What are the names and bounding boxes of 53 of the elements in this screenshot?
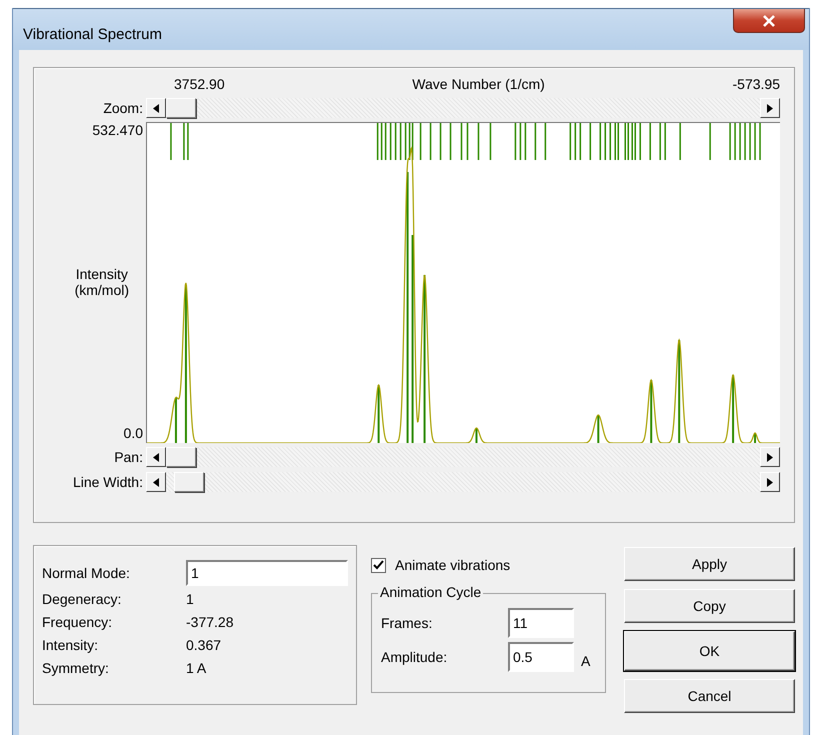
- slider-label: Zoom:: [102, 100, 144, 116]
- field-label: Amplitude:: [381, 649, 448, 665]
- slider-track[interactable]: [146, 98, 780, 118]
- scroll-left-button[interactable]: [146, 472, 166, 492]
- input-field[interactable]: 1: [186, 560, 348, 586]
- slider-thumb[interactable]: [166, 98, 196, 118]
- axis-start-label: 3752.90: [174, 76, 225, 94]
- slider-track[interactable]: [146, 447, 780, 467]
- field-value: 1 A: [186, 660, 206, 676]
- left-arrow-icon: [153, 478, 159, 486]
- close-button[interactable]: [733, 9, 805, 33]
- field-label: Intensity:: [42, 637, 100, 653]
- slider-thumb[interactable]: [174, 472, 204, 492]
- field-value: 1: [186, 591, 194, 607]
- left-arrow-icon: [153, 104, 159, 112]
- slider-label: Pan:: [113, 449, 144, 465]
- axis-min-label: 0.0: [124, 425, 143, 441]
- input-field[interactable]: 0.5: [508, 642, 574, 672]
- field-label: Frames:: [381, 615, 434, 631]
- close-icon: [762, 14, 776, 26]
- scroll-right-button[interactable]: [760, 98, 780, 118]
- slider-label: Line Width:: [72, 474, 144, 490]
- check-icon: [373, 560, 384, 570]
- dialog-button[interactable]: Apply: [624, 547, 795, 581]
- field-label: Symmetry:: [42, 660, 110, 676]
- dialog-button[interactable]: Cancel: [624, 679, 795, 713]
- field-label: Degeneracy:: [42, 591, 122, 607]
- scroll-left-button[interactable]: [146, 98, 166, 118]
- axis-max-label: 532.470: [92, 122, 143, 138]
- field-label: Frequency:: [42, 614, 114, 630]
- unit-label: A: [581, 653, 590, 669]
- scroll-right-button[interactable]: [760, 472, 780, 492]
- slider-thumb[interactable]: [166, 447, 196, 467]
- field-value: 0.367: [186, 637, 222, 653]
- axis-title: Intensity (km/mol): [74, 266, 129, 298]
- left-arrow-icon: [153, 452, 159, 462]
- checkbox[interactable]: [371, 558, 386, 572]
- scroll-right-button[interactable]: [760, 447, 780, 467]
- right-arrow-icon: [767, 104, 773, 112]
- group-title: Animation Cycle: [378, 584, 484, 600]
- axis-title: Wave Number (1/cm): [412, 76, 545, 94]
- field-value: -377.28: [186, 614, 234, 630]
- right-arrow-icon: [767, 452, 773, 462]
- input-field[interactable]: 11: [508, 608, 574, 638]
- window-title: Vibrational Spectrum: [23, 26, 162, 43]
- right-arrow-icon: [767, 478, 773, 486]
- checkbox-label[interactable]: Animate vibrations: [395, 557, 510, 573]
- axis-end-label: -573.95: [732, 76, 780, 94]
- field-label: Normal Mode:: [42, 565, 131, 581]
- slider-track[interactable]: [146, 472, 780, 492]
- dialog-button[interactable]: Copy: [624, 589, 795, 623]
- scroll-left-button[interactable]: [146, 447, 166, 467]
- dialog-button[interactable]: OK: [624, 631, 795, 671]
